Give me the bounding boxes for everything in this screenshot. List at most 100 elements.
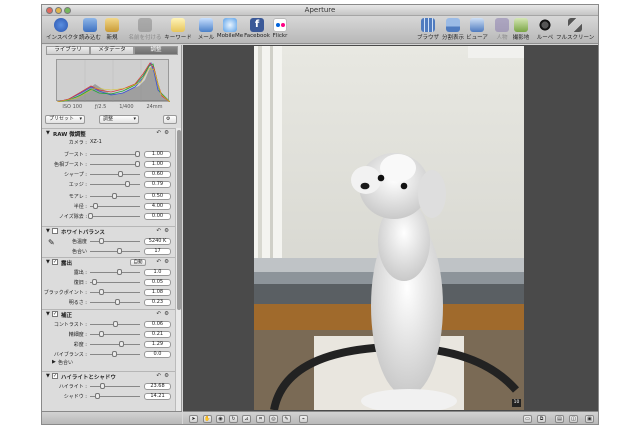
value-stepper[interactable]: 0.0 [144,351,171,358]
slider-knob[interactable] [116,269,122,275]
slider-knob[interactable] [116,248,122,254]
value-stepper[interactable]: 0.79 [144,181,171,188]
disclosure-triangle-icon[interactable]: ▼ [46,130,50,136]
slider-track[interactable] [90,154,140,155]
rotate-tool-icon[interactable]: ↻ [229,415,238,423]
presets-dropdown[interactable]: プリセット ▾ [45,115,85,124]
undo-icon[interactable]: ↶ [156,228,161,234]
exposure-header[interactable]: ▼ ✓ 露出 自動 ↶ ⚙ [42,257,175,267]
disclosure-triangle-icon[interactable]: ▶ [52,359,56,365]
slider-knob[interactable] [135,161,141,167]
fullscreen-button[interactable]: フルスクリーン [556,18,594,41]
scrollbar-thumb[interactable] [177,130,181,310]
value-stepper[interactable]: 23.68 [144,383,171,390]
gear-icon[interactable]: ⚙ [164,259,169,265]
viewer-button[interactable]: ビューア [466,18,488,41]
tab-adjustments[interactable]: 調整 [134,46,178,55]
browser-button[interactable]: ブラウザ [417,18,439,41]
straighten-tool-icon[interactable]: ⊿ [242,415,251,423]
raw-fine-tuning-header[interactable]: ▼ RAW 微調整 ↶ ⚙ [42,128,175,138]
value-stepper[interactable]: 1.0 [144,269,171,276]
undo-icon[interactable]: ↶ [156,373,161,379]
slider-knob[interactable] [99,383,105,389]
enhance-header[interactable]: ▼ ✓ 補正 ↶ ⚙ [42,309,175,319]
fit-view-icon[interactable]: ▭ [523,415,532,423]
highlights-shadows-header[interactable]: ▼ ✓ ハイライトとシャドウ ↶ ⚙ [42,371,175,381]
value-stepper[interactable]: 0.06 [144,321,171,328]
exposure-checkbox[interactable]: ✓ [52,259,58,265]
value-stepper[interactable]: 0.60 [144,171,171,178]
compare-view-icon[interactable]: ⧉ [537,415,546,423]
white-balance-checkbox[interactable] [52,228,58,234]
inspector-scrollbar[interactable] [175,128,181,424]
slider-track[interactable] [90,272,140,273]
slider-track[interactable] [90,184,140,185]
slider-track[interactable] [90,241,140,242]
slider-track[interactable] [90,164,140,165]
slider-knob[interactable] [135,151,141,157]
facebook-button[interactable]: f Facebook [244,18,270,39]
value-stepper[interactable]: 14.21 [144,393,171,400]
value-stepper[interactable]: 4.00 [144,203,171,210]
disclosure-triangle-icon[interactable]: ▼ [46,311,50,317]
tab-library[interactable]: ライブラリ [46,46,90,55]
auto-exposure-button[interactable]: 自動 [130,259,146,266]
slider-knob[interactable] [98,238,104,244]
gear-icon[interactable]: ⚙ [164,311,169,317]
slider-track[interactable] [90,216,140,217]
value-stepper[interactable]: 0.05 [144,279,171,286]
import-button[interactable]: 読み込む [78,18,102,41]
disclosure-triangle-icon[interactable]: ▼ [46,373,50,379]
slider-knob[interactable] [98,331,104,337]
loupe-button[interactable]: ルーペ [536,18,554,41]
disclosure-triangle-icon[interactable]: ▼ [46,259,50,265]
slider-knob[interactable] [119,341,125,347]
slider-knob[interactable] [98,289,104,295]
add-adjustment-dropdown[interactable]: 調整 ▾ [99,115,139,124]
slider-knob[interactable] [94,393,100,399]
keyword-button[interactable]: キーワード [163,18,193,41]
filmstrip-icon[interactable]: ▤ [555,415,564,423]
inspector-button[interactable]: インスペクタ [46,18,78,41]
stack-tag-button[interactable]: 名前を付ける [128,18,162,41]
split-view-button[interactable]: 分割表示 [440,18,466,41]
undo-icon[interactable]: ↶ [156,259,161,265]
disclosure-triangle-icon[interactable]: ▼ [46,228,50,234]
brush-tool-icon[interactable]: ✎ [282,415,291,423]
slider-knob[interactable] [112,193,117,199]
places-button[interactable]: 撮影地 [511,18,531,41]
value-stepper[interactable]: 5240 K [144,238,171,245]
mobileme-button[interactable]: MobileMe [216,18,244,39]
undo-icon[interactable]: ↶ [156,311,161,317]
value-stepper[interactable]: 1.29 [144,341,171,348]
gear-icon[interactable]: ⚙ [164,373,169,379]
slider-knob[interactable] [125,181,131,187]
white-balance-header[interactable]: ▼ ホワイトバランス ↶ ⚙ [42,226,175,236]
selection-tool-icon[interactable]: ➤ [189,415,198,423]
photo-viewer[interactable]: 10 [183,45,598,411]
value-stepper[interactable]: 1.00 [144,151,171,158]
slider-track[interactable] [90,174,140,175]
slider-knob[interactable] [88,213,93,219]
slider-knob[interactable] [117,171,123,177]
enhance-checkbox[interactable]: ✓ [52,311,58,317]
gear-icon[interactable]: ⚙ [164,130,169,136]
new-button[interactable]: 新規 [102,18,122,41]
lift-stamp-tool-icon[interactable]: ⌁ [299,415,308,423]
slider-track[interactable] [90,334,140,335]
dog-photo[interactable]: 10 [254,46,524,410]
flickr-button[interactable]: Flickr [271,18,289,39]
value-stepper[interactable]: 1.08 [144,289,171,296]
hand-tool-icon[interactable]: ✋ [203,415,212,423]
value-stepper[interactable]: 1.00 [144,161,171,168]
gear-icon[interactable]: ⚙ [164,228,169,234]
value-stepper[interactable]: 0.23 [144,299,171,306]
slider-track[interactable] [90,251,140,252]
slider-track[interactable] [90,344,140,345]
redeye-tool-icon[interactable]: ◎ [269,415,278,423]
value-stepper[interactable]: 17 [144,248,171,255]
slider-knob[interactable] [114,299,120,305]
split-layout-icon[interactable]: ◫ [569,415,578,423]
value-stepper[interactable]: 0.21 [144,331,171,338]
slider-knob[interactable] [112,351,117,357]
